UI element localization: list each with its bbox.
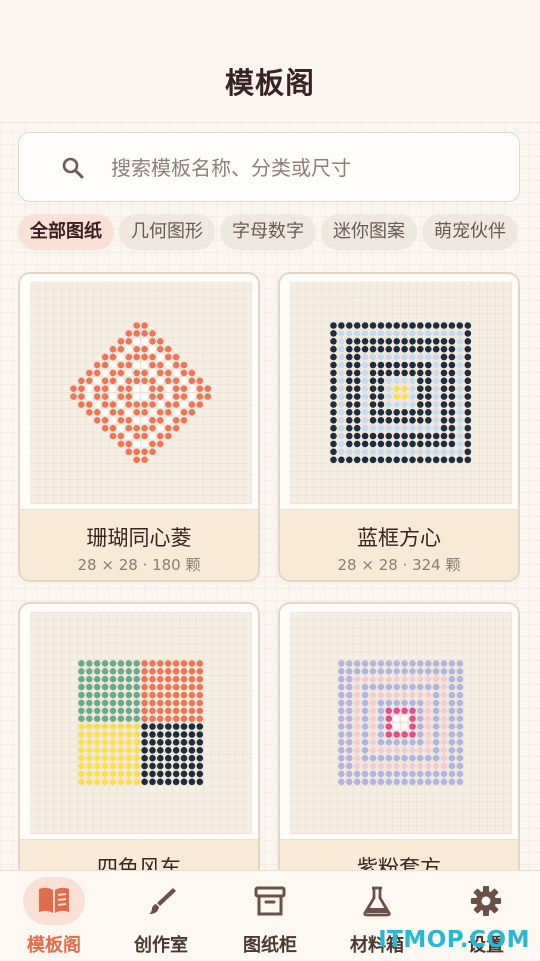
- card-title: 蓝框方心: [357, 526, 441, 550]
- pattern-preview: [290, 282, 512, 504]
- pattern-preview: [30, 282, 252, 504]
- page-title: 模板阁: [224, 66, 315, 100]
- card-preview: [280, 274, 518, 510]
- nav-label: 模板阁: [27, 935, 81, 956]
- nav-archive[interactable]: 图纸柜: [220, 871, 320, 961]
- bottom-nav: 模板阁 创作室 图纸柜 材料箱 设置 ITMOP.COM: [0, 870, 540, 961]
- search-input[interactable]: [109, 147, 503, 189]
- nav-label: 图纸柜: [243, 935, 297, 956]
- template-card-purple-pink[interactable]: 紫粉套方: [278, 602, 520, 912]
- gear-icon: [471, 886, 501, 916]
- search-icon: [62, 157, 84, 179]
- brush-icon: [149, 888, 176, 914]
- book-icon: [39, 887, 69, 913]
- nav-studio[interactable]: 创作室: [111, 871, 211, 961]
- card-preview: [20, 604, 258, 840]
- chip-pets[interactable]: 萌宠伙伴: [422, 214, 518, 250]
- card-meta: 28 × 28 · 180 颗: [77, 556, 201, 574]
- header-bar: 模板阁: [0, 0, 540, 123]
- pattern-preview: [290, 612, 512, 834]
- pattern-preview: [30, 612, 252, 834]
- template-card-four-color[interactable]: 四色风车: [18, 602, 260, 912]
- template-card-blue-frame[interactable]: 蓝框方心 28 × 28 · 324 颗: [278, 272, 520, 582]
- card-meta: 28 × 28 · 324 颗: [337, 556, 461, 574]
- category-chips: 全部图纸 几何图形 字母数字 迷你图案 萌宠伙伴: [18, 214, 540, 252]
- search-box[interactable]: [18, 132, 520, 202]
- watermark: ITMOP.COM: [378, 927, 530, 953]
- template-card-coral-diamond[interactable]: 珊瑚同心菱 28 × 28 · 180 颗: [18, 272, 260, 582]
- chip-all[interactable]: 全部图纸: [18, 214, 114, 250]
- archive-icon: [254, 886, 286, 916]
- card-preview: [280, 604, 518, 840]
- card-title: 珊瑚同心菱: [86, 526, 192, 550]
- chip-mini[interactable]: 迷你图案: [321, 214, 417, 250]
- nav-label: 创作室: [134, 935, 188, 956]
- chip-geometry[interactable]: 几何图形: [119, 214, 215, 250]
- card-preview: [20, 274, 258, 510]
- nav-templates[interactable]: 模板阁: [4, 871, 104, 961]
- flask-icon: [363, 886, 391, 917]
- chip-letters-numbers[interactable]: 字母数字: [220, 214, 316, 250]
